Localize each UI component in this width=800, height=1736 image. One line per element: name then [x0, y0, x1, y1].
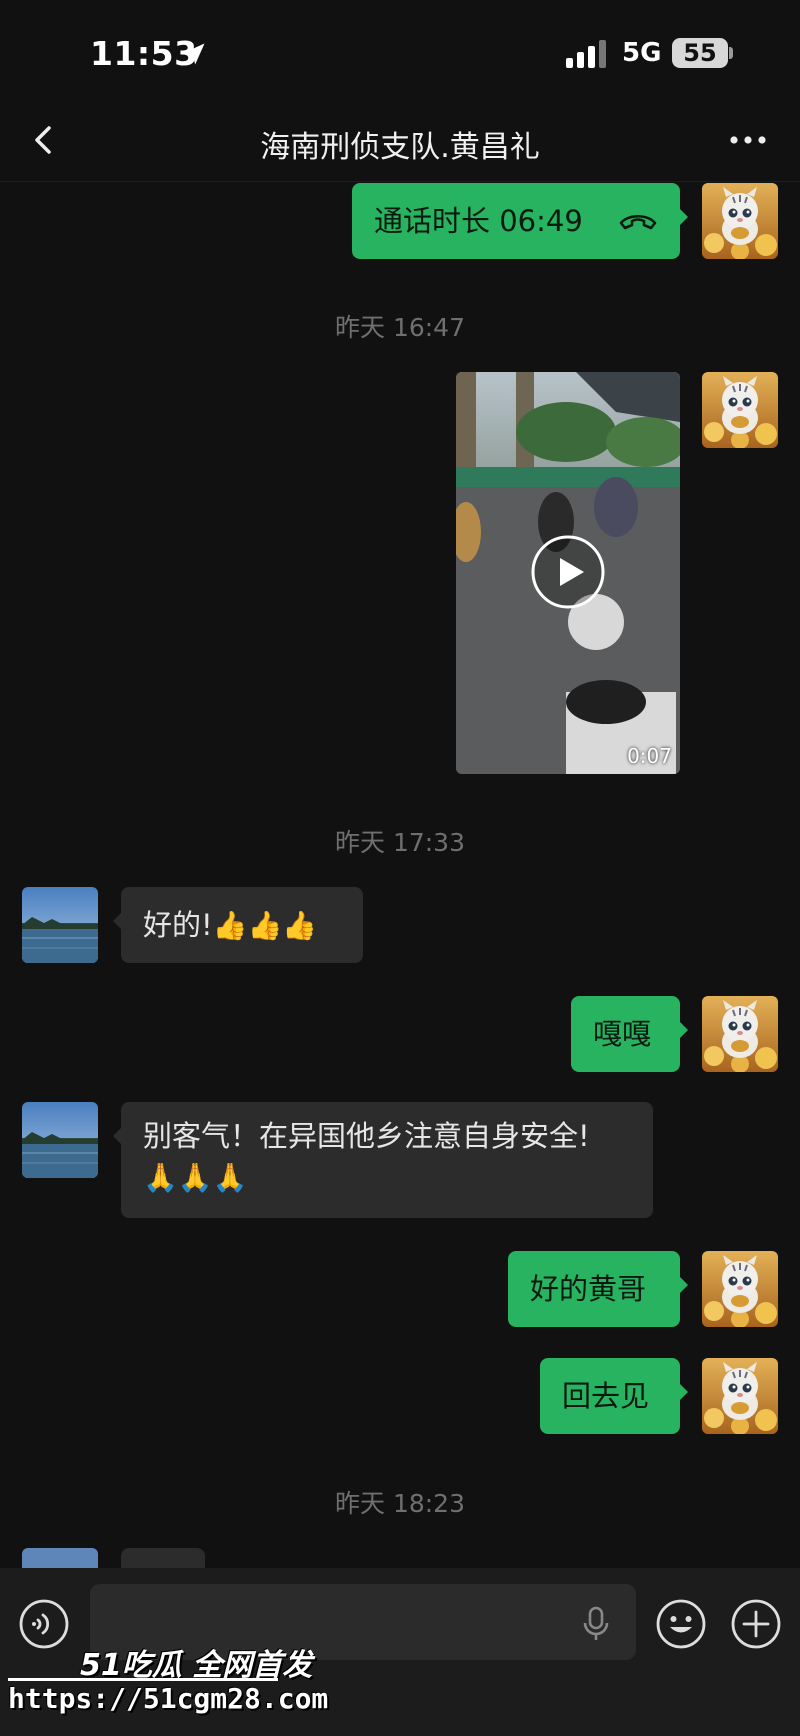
my-avatar[interactable]	[702, 996, 778, 1072]
message-text: 回去见	[562, 1379, 650, 1413]
battery-cap	[729, 47, 733, 59]
video-duration: 0:07	[627, 744, 672, 768]
more-options-icon[interactable]	[726, 128, 770, 152]
watermark-underline	[8, 1678, 278, 1681]
message-text: 好的!	[143, 908, 213, 942]
status-bar: 11:53 5G 55	[0, 0, 800, 100]
outgoing-message-bubble[interactable]: 好的黄哥	[508, 1251, 688, 1327]
timestamp: 昨天 17:33	[335, 828, 465, 857]
microphone-icon[interactable]	[580, 1606, 612, 1642]
signal-icon	[566, 40, 606, 68]
my-avatar[interactable]	[702, 1251, 778, 1327]
contact-avatar[interactable]	[22, 887, 98, 963]
timestamp: 昨天 18:23	[335, 1489, 465, 1518]
message-text: 别客气！在异国他乡注意自身安全!	[143, 1119, 590, 1153]
contact-avatar[interactable]	[22, 1548, 98, 1568]
message-text: 嘎嘎	[593, 1017, 652, 1051]
folded-hands-emoji: 🙏🙏🙏	[143, 1161, 248, 1194]
message-text: 好的黄哥	[530, 1272, 647, 1306]
outgoing-message-bubble[interactable]: 回去见	[540, 1358, 688, 1434]
call-record-bubble[interactable]: 通话时长 06:49	[352, 183, 688, 259]
outgoing-message-bubble[interactable]: 嘎嘎	[571, 996, 688, 1072]
network-type: 5G	[622, 38, 662, 68]
call-duration-text: 通话时长 06:49	[374, 204, 583, 238]
plus-icon[interactable]	[730, 1598, 782, 1650]
emoji-icon[interactable]	[655, 1598, 707, 1650]
watermark: 51吃瓜 全网首发 https://51cgm28.com	[8, 1640, 328, 1730]
battery-level: 55	[672, 38, 728, 68]
my-avatar[interactable]	[702, 183, 778, 259]
my-avatar[interactable]	[702, 372, 778, 448]
incoming-message-bubble[interactable]: 别客气！在异国他乡注意自身安全! 🙏🙏🙏	[113, 1102, 653, 1218]
thumbs-up-emoji: 👍👍👍	[212, 909, 318, 942]
timestamp: 昨天 16:47	[335, 313, 465, 342]
hangup-phone-icon	[619, 214, 657, 230]
chat-header: 海南刑侦支队.黄昌礼	[0, 100, 800, 182]
video-message[interactable]: 0:07	[456, 372, 680, 774]
incoming-message-bubble-partial	[121, 1548, 205, 1568]
chat-title: 海南刑侦支队.黄昌礼	[260, 130, 540, 165]
incoming-message-bubble[interactable]: 好的!👍👍👍	[113, 887, 363, 963]
my-avatar[interactable]	[702, 1358, 778, 1434]
location-arrow-icon	[183, 43, 205, 65]
play-icon[interactable]	[530, 534, 606, 610]
watermark-url: https://51cgm28.com	[8, 1682, 329, 1715]
contact-avatar[interactable]	[22, 1102, 98, 1178]
